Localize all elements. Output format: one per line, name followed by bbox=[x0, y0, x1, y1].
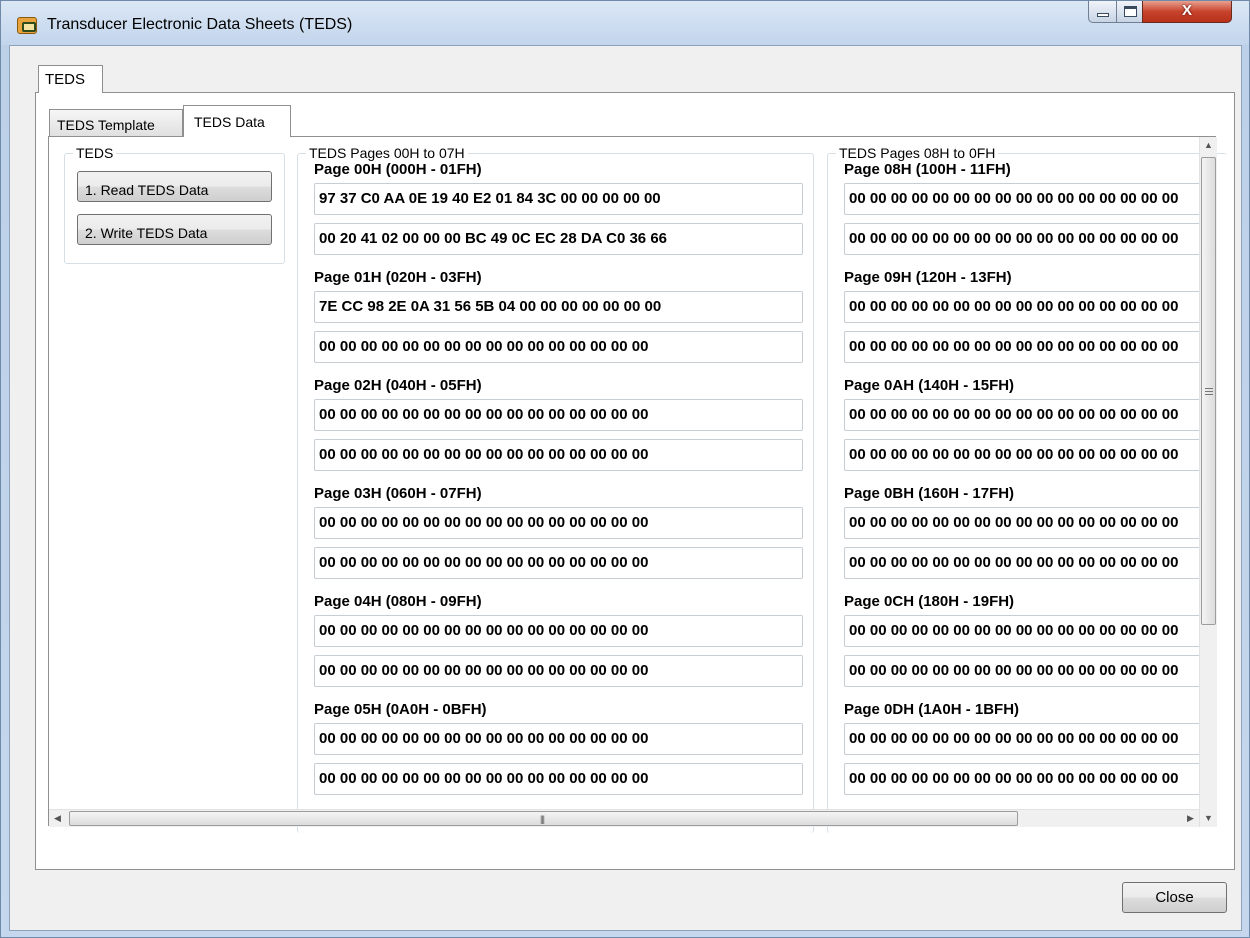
hex-input[interactable]: 00 20 41 02 00 00 00 BC 49 0C EC 28 DA C… bbox=[314, 223, 803, 255]
page-block: Page 02H (040H - 05FH) 00 00 00 00 00 00… bbox=[314, 377, 803, 471]
page-label: Page 0DH (1A0H - 1BFH) bbox=[844, 701, 1020, 718]
window-close-button[interactable]: X bbox=[1142, 1, 1232, 23]
page-block: Page 0DH (1A0H - 1BFH) 00 00 00 00 00 00… bbox=[844, 701, 1204, 795]
scroll-down-icon[interactable]: ▼ bbox=[1200, 810, 1217, 827]
page-block: Page 00H (000H - 01FH) 97 37 C0 AA 0E 19… bbox=[314, 161, 803, 255]
horizontal-scrollbar[interactable]: ◀ ||| ▶ bbox=[49, 809, 1199, 827]
teds-data-panel: TEDS 1. Read TEDS Data 2. Write TEDS Dat… bbox=[48, 136, 1227, 833]
page-label: Page 08H (100H - 11FH) bbox=[844, 161, 1011, 178]
page-label: Page 01H (020H - 03FH) bbox=[314, 269, 482, 286]
hex-input[interactable]: 00 00 00 00 00 00 00 00 00 00 00 00 00 0… bbox=[314, 547, 803, 579]
page-label: Page 00H (000H - 01FH) bbox=[314, 161, 482, 178]
page-label: Page 03H (060H - 07FH) bbox=[314, 485, 482, 502]
scroll-left-icon[interactable]: ◀ bbox=[49, 810, 66, 827]
horizontal-scroll-thumb[interactable]: ||| bbox=[69, 811, 1018, 826]
page-block: Page 0AH (140H - 15FH) 00 00 00 00 00 00… bbox=[844, 377, 1204, 471]
grip-icon: ||| bbox=[540, 814, 545, 824]
maximize-icon bbox=[1124, 6, 1137, 17]
teds-group-legend: TEDS bbox=[73, 145, 117, 161]
pages-00-07-legend: TEDS Pages 00H to 07H bbox=[306, 145, 468, 161]
page-label: Page 09H (120H - 13FH) bbox=[844, 269, 1012, 286]
grip-icon bbox=[1205, 388, 1213, 395]
page-block: Page 04H (080H - 09FH) 00 00 00 00 00 00… bbox=[314, 593, 803, 687]
teds-tab-panel: TEDS Template TEDS Data TEDS 1. Read TED… bbox=[35, 92, 1235, 870]
page-block: Page 0BH (160H - 17FH) 00 00 00 00 00 00… bbox=[844, 485, 1204, 579]
tab-teds[interactable]: TEDS bbox=[38, 65, 103, 93]
close-button[interactable]: Close bbox=[1122, 882, 1227, 913]
read-teds-data-button[interactable]: 1. Read TEDS Data bbox=[77, 171, 272, 202]
scroll-right-icon[interactable]: ▶ bbox=[1182, 810, 1199, 827]
title-bar[interactable]: Transducer Electronic Data Sheets (TEDS)… bbox=[1, 1, 1249, 45]
window-title: Transducer Electronic Data Sheets (TEDS) bbox=[47, 16, 353, 33]
hex-input[interactable]: 00 00 00 00 00 00 00 00 00 00 00 00 00 0… bbox=[314, 655, 803, 687]
tab-teds-data[interactable]: TEDS Data bbox=[183, 105, 291, 137]
pages-08-0f-legend: TEDS Pages 08H to 0FH bbox=[836, 145, 999, 161]
page-label: Page 04H (080H - 09FH) bbox=[314, 593, 482, 610]
hex-input[interactable]: 00 00 00 00 00 00 00 00 00 00 00 00 00 0… bbox=[314, 723, 803, 755]
hex-input[interactable]: 7E CC 98 2E 0A 31 56 5B 04 00 00 00 00 0… bbox=[314, 291, 803, 323]
pages-00-07-group: TEDS Pages 00H to 07H Page 00H (000H - 0… bbox=[297, 145, 814, 833]
page-label: Page 0AH (140H - 15FH) bbox=[844, 377, 1015, 394]
hex-input[interactable]: 00 00 00 00 00 00 00 00 00 00 00 00 00 0… bbox=[844, 183, 1204, 215]
page-label: Page 0CH (180H - 19FH) bbox=[844, 593, 1015, 610]
hex-input[interactable]: 00 00 00 00 00 00 00 00 00 00 00 00 00 0… bbox=[844, 291, 1204, 323]
hex-input[interactable]: 00 00 00 00 00 00 00 00 00 00 00 00 00 0… bbox=[844, 655, 1204, 687]
hex-input[interactable]: 00 00 00 00 00 00 00 00 00 00 00 00 00 0… bbox=[844, 331, 1204, 363]
page-block: Page 0CH (180H - 19FH) 00 00 00 00 00 00… bbox=[844, 593, 1204, 687]
hex-input[interactable]: 97 37 C0 AA 0E 19 40 E2 01 84 3C 00 00 0… bbox=[314, 183, 803, 215]
page-block: Page 05H (0A0H - 0BFH) 00 00 00 00 00 00… bbox=[314, 701, 803, 795]
hex-input[interactable]: 00 00 00 00 00 00 00 00 00 00 00 00 00 0… bbox=[844, 223, 1204, 255]
minimize-icon bbox=[1097, 13, 1109, 17]
vertical-scroll-thumb[interactable] bbox=[1201, 157, 1216, 625]
page-block: Page 09H (120H - 13FH) 00 00 00 00 00 00… bbox=[844, 269, 1204, 363]
page-block: Page 03H (060H - 07FH) 00 00 00 00 00 00… bbox=[314, 485, 803, 579]
maximize-button[interactable] bbox=[1116, 1, 1143, 23]
write-teds-data-button[interactable]: 2. Write TEDS Data bbox=[77, 214, 272, 245]
client-area: TEDS TEDS Template TEDS Data TEDS 1. Rea… bbox=[9, 45, 1242, 931]
hex-input[interactable]: 00 00 00 00 00 00 00 00 00 00 00 00 00 0… bbox=[314, 615, 803, 647]
hex-input[interactable]: 00 00 00 00 00 00 00 00 00 00 00 00 00 0… bbox=[314, 399, 803, 431]
hex-input[interactable]: 00 00 00 00 00 00 00 00 00 00 00 00 00 0… bbox=[314, 507, 803, 539]
hex-input[interactable]: 00 00 00 00 00 00 00 00 00 00 00 00 00 0… bbox=[844, 439, 1204, 471]
tab-teds-template[interactable]: TEDS Template bbox=[49, 109, 183, 136]
scroll-up-icon[interactable]: ▲ bbox=[1200, 137, 1217, 154]
hex-input[interactable]: 00 00 00 00 00 00 00 00 00 00 00 00 00 0… bbox=[844, 507, 1204, 539]
hex-input[interactable]: 00 00 00 00 00 00 00 00 00 00 00 00 00 0… bbox=[314, 439, 803, 471]
hex-input[interactable]: 00 00 00 00 00 00 00 00 00 00 00 00 00 0… bbox=[314, 763, 803, 795]
page-block: Page 08H (100H - 11FH) 00 00 00 00 00 00… bbox=[844, 161, 1204, 255]
page-label: Page 02H (040H - 05FH) bbox=[314, 377, 482, 394]
hex-input[interactable]: 00 00 00 00 00 00 00 00 00 00 00 00 00 0… bbox=[844, 763, 1204, 795]
teds-window: Transducer Electronic Data Sheets (TEDS)… bbox=[0, 0, 1250, 938]
pages-08-0f-group: TEDS Pages 08H to 0FH Page 08H (100H - 1… bbox=[827, 145, 1227, 833]
app-icon bbox=[17, 17, 37, 34]
page-label: Page 0BH (160H - 17FH) bbox=[844, 485, 1015, 502]
hex-input[interactable]: 00 00 00 00 00 00 00 00 00 00 00 00 00 0… bbox=[844, 615, 1204, 647]
minimize-button[interactable] bbox=[1088, 1, 1117, 23]
hex-input[interactable]: 00 00 00 00 00 00 00 00 00 00 00 00 00 0… bbox=[844, 547, 1204, 579]
page-block: Page 01H (020H - 03FH) 7E CC 98 2E 0A 31… bbox=[314, 269, 803, 363]
teds-actions-group: TEDS 1. Read TEDS Data 2. Write TEDS Dat… bbox=[64, 145, 285, 264]
close-icon: X bbox=[1181, 2, 1192, 19]
hex-input[interactable]: 00 00 00 00 00 00 00 00 00 00 00 00 00 0… bbox=[844, 399, 1204, 431]
hex-input[interactable]: 00 00 00 00 00 00 00 00 00 00 00 00 00 0… bbox=[844, 723, 1204, 755]
hex-input[interactable]: 00 00 00 00 00 00 00 00 00 00 00 00 00 0… bbox=[314, 331, 803, 363]
page-label: Page 05H (0A0H - 0BFH) bbox=[314, 701, 487, 718]
vertical-scrollbar[interactable]: ▲ ▼ bbox=[1199, 137, 1217, 827]
